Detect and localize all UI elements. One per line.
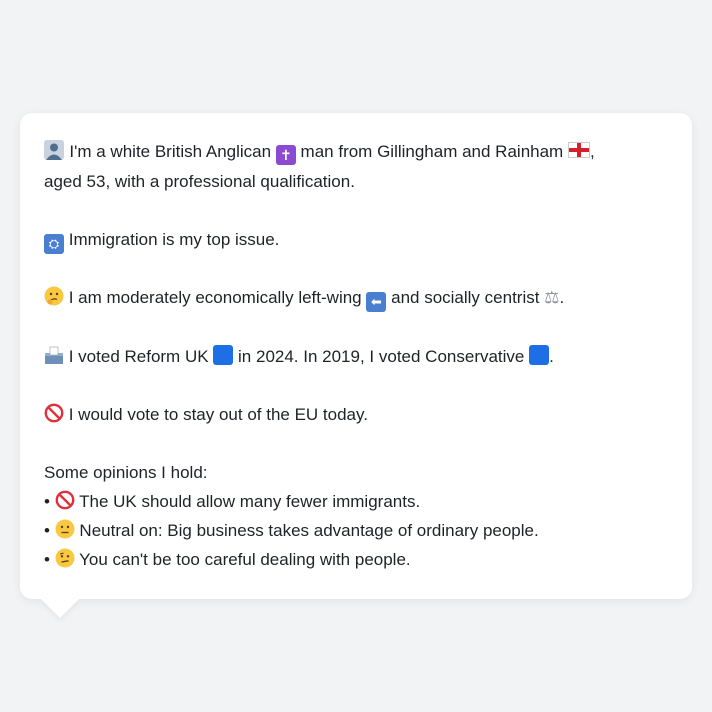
intro-text-b: man from Gillingham and Rainham: [300, 142, 564, 161]
ideology-line: I am moderately economically left-wing ⬅…: [44, 283, 668, 313]
opinion-item: • The UK should allow many fewer immigra…: [44, 490, 421, 511]
ideology-text-b: and socially centrist: [391, 288, 540, 307]
thinking-face-icon: [44, 286, 69, 307]
profile-card: I'm a white British Anglican ✝ man from …: [20, 113, 692, 599]
passport-control-icon: ⛭: [44, 234, 64, 254]
conservative-blue-square-icon: [529, 345, 550, 365]
balance-scale-icon: ⚖: [544, 288, 560, 308]
left-arrow-icon: ⬅: [366, 292, 387, 312]
neutral-face-icon: [55, 519, 80, 540]
eu-line: I would vote to stay out of the EU today…: [44, 400, 668, 429]
top-issue-line: ⛭ Immigration is my top issue.: [44, 225, 668, 254]
intro-line-2: aged 53, with a professional qualificati…: [44, 172, 355, 191]
prohibited-icon: [55, 490, 79, 511]
intro-text-a: I'm a white British Anglican: [69, 142, 272, 161]
reform-blue-square-icon: [213, 345, 234, 365]
eu-text: I would vote to stay out of the EU today…: [68, 405, 368, 424]
opinion-item: • You can't be too careful dealing with …: [44, 548, 411, 569]
raised-eyebrow-face-icon: [55, 548, 79, 569]
prohibited-icon: [44, 403, 69, 424]
opinion-text: You can't be too careful dealing with pe…: [79, 550, 411, 569]
england-flag-icon: [567, 142, 590, 158]
opinion-text: The UK should allow many fewer immigrant…: [79, 492, 421, 511]
speech-bubble-tail: [41, 599, 79, 618]
top-issue-text: Immigration is my top issue.: [68, 230, 280, 249]
intro-line-1: I'm a white British Anglican ✝ man from …: [44, 137, 668, 167]
vote-line: I voted Reform UK in 2024. In 2019, I vo…: [44, 342, 668, 371]
vote-text-a: I voted Reform UK: [68, 347, 209, 366]
ideology-text-a: I am moderately economically left-wing: [68, 288, 362, 307]
opinion-text: Neutral on: Big business takes advantage…: [79, 521, 539, 540]
opinion-item: • Neutral on: Big business takes advanta…: [44, 519, 539, 540]
opinions-heading: Some opinions I hold:: [44, 463, 208, 482]
person-silhouette-icon: [44, 140, 69, 162]
ballot-box-icon: [44, 346, 69, 366]
vote-text-b: in 2024. In 2019, I voted Conservative: [238, 347, 525, 366]
latin-cross-icon: ✝: [275, 145, 296, 165]
